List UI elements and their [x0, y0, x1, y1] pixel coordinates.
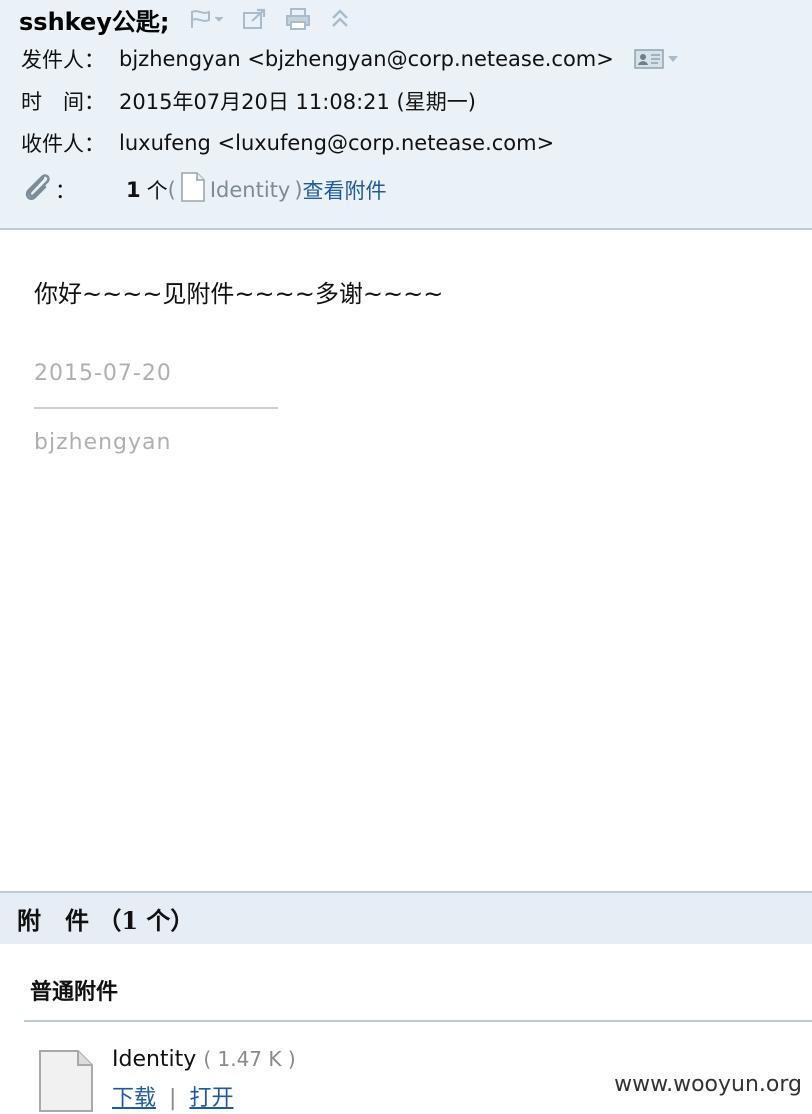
- attachments-subtitle: 普通附件: [30, 980, 119, 1005]
- subject-row: sshkey公匙;: [19, 0, 352, 38]
- action-separator: |: [169, 1086, 177, 1111]
- email-header: sshkey公匙; 发件人： bjzhengyan <bjzhengyan@co…: [0, 0, 812, 230]
- watermark: www.wooyun.org: [614, 1072, 802, 1097]
- contact-card-icon[interactable]: [634, 48, 679, 70]
- attachment-label: ：: [55, 178, 76, 203]
- to-label: 收件人：: [21, 132, 105, 156]
- attachment-inline: ( Identity ): [168, 172, 303, 207]
- signature-divider: [34, 407, 278, 409]
- view-attachment-link[interactable]: 查看附件: [303, 175, 387, 205]
- collapse-up-icon[interactable]: [328, 7, 352, 31]
- from-label: 发件人：: [21, 48, 105, 72]
- time-value: 2015年07月20日 11:08:21 (星期一): [119, 90, 476, 114]
- open-paren: (: [167, 177, 176, 202]
- file-size: ( 1.47 K ): [203, 1047, 296, 1071]
- time-label: 时 间：: [21, 90, 105, 114]
- file-actions: 下载 | 打开: [112, 1080, 233, 1112]
- email-toolbar: [188, 7, 352, 31]
- file-name[interactable]: Identity: [112, 1047, 196, 1072]
- to-value[interactable]: luxufeng <luxufeng@corp.netease.com>: [119, 131, 554, 155]
- to-row: 收件人： luxufeng <luxufeng@corp.netease.com…: [21, 128, 554, 158]
- popout-icon[interactable]: [242, 8, 268, 30]
- time-row: 时 间： 2015年07月20日 11:08:21 (星期一): [21, 86, 476, 116]
- file-mini-icon: [180, 172, 206, 207]
- paperclip-icon: [21, 170, 55, 209]
- attachment-unit: 个: [146, 178, 168, 203]
- attachments-divider: [24, 1020, 812, 1022]
- attachments-header: 附 件 （1 个）: [0, 891, 812, 944]
- chevron-down-icon[interactable]: [667, 54, 679, 64]
- signature-name: bjzhengyan: [34, 430, 172, 455]
- file-icon[interactable]: [38, 1049, 94, 1114]
- from-value[interactable]: bjzhengyan <bjzhengyan@corp.netease.com>: [119, 47, 614, 71]
- email-subject: sshkey公匙;: [19, 7, 170, 36]
- open-link[interactable]: 打开: [189, 1086, 233, 1111]
- from-row: 发件人： bjzhengyan <bjzhengyan@corp.netease…: [21, 44, 679, 74]
- email-body-text: 你好~~~~见附件~~~~多谢~~~~: [34, 280, 444, 308]
- attachments-title: 附 件 （1 个）: [17, 906, 195, 935]
- download-link[interactable]: 下载: [112, 1086, 156, 1111]
- signature-date: 2015-07-20: [34, 361, 172, 386]
- file-name-row: Identity ( 1.47 K ): [112, 1047, 296, 1072]
- email-view: sshkey公匙; 发件人： bjzhengyan <bjzhengyan@co…: [0, 0, 812, 1114]
- close-paren: ): [294, 177, 303, 202]
- attachment-row: ： 1 个 ( Identity ) 查看附件: [21, 170, 387, 209]
- attachment-inline-name[interactable]: Identity: [210, 178, 290, 202]
- attachment-count: 1: [126, 177, 141, 202]
- flag-icon[interactable]: [188, 8, 226, 30]
- print-icon[interactable]: [284, 7, 312, 31]
